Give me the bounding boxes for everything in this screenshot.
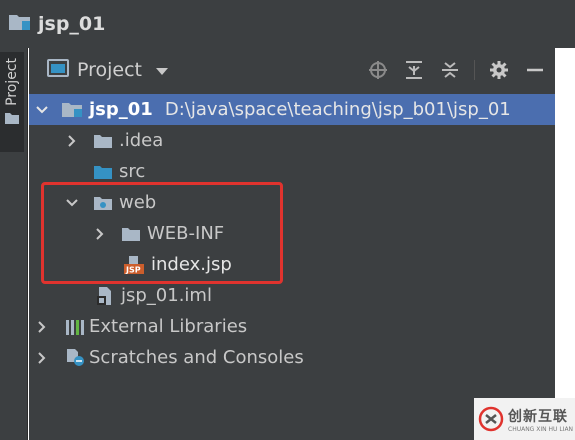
locate-icon[interactable] (366, 58, 390, 82)
watermark-logo-icon (478, 406, 504, 432)
idea-folder-label: idea (124, 130, 164, 151)
view-selector-label[interactable]: Project (77, 59, 142, 81)
iml-file-icon (95, 286, 115, 306)
src-folder-label: src (119, 161, 146, 182)
tree-node-iml[interactable]: jsp_01.iml (29, 280, 555, 311)
toolbar-separator (474, 60, 475, 80)
external-libraries-label: External Libraries (89, 316, 248, 337)
chevron-down-icon[interactable] (35, 103, 49, 117)
watermark-text: 创新互联 (508, 408, 568, 425)
hide-icon[interactable] (523, 58, 547, 82)
chevron-right-icon[interactable] (35, 351, 49, 365)
window-title: jsp_01 (38, 13, 106, 35)
scratches-label: Scratches and Consoles (89, 347, 304, 368)
chevron-right-icon[interactable] (35, 320, 49, 334)
project-toolbar: Project (29, 54, 555, 86)
view-dropdown-icon[interactable] (156, 61, 169, 80)
watermark-subtext: CHUANG XIN HU LIAN (508, 425, 574, 433)
annotation-highlight-box (41, 182, 283, 284)
tree-node-idea[interactable]: . idea (29, 125, 555, 156)
window-titlebar: jsp_01 (0, 0, 575, 48)
collapse-all-icon[interactable] (402, 58, 426, 82)
folder-icon (93, 164, 113, 180)
project-folder-icon (8, 12, 32, 36)
libraries-icon (65, 318, 85, 336)
project-tool-window-tab[interactable]: Project (0, 52, 24, 152)
tree-node-external-libraries[interactable]: External Libraries (29, 311, 555, 342)
tree-node-scratches[interactable]: Scratches and Consoles (29, 342, 555, 373)
project-view-icon (47, 59, 69, 81)
vertical-scrollbar[interactable] (555, 48, 575, 440)
chevron-right-icon[interactable] (65, 134, 79, 148)
root-project-name: jsp_01 (89, 99, 153, 120)
folder-icon (4, 110, 20, 129)
settings-gear-icon[interactable] (487, 58, 511, 82)
iml-file-label: jsp_01.iml (121, 285, 212, 306)
module-folder-icon (61, 101, 83, 119)
expand-all-icon[interactable] (438, 58, 462, 82)
scratches-icon (65, 348, 87, 368)
tree-node-root[interactable]: jsp_01 D:\java\space\teaching\jsp_b01\js… (29, 94, 555, 125)
root-project-path: D:\java\space\teaching\jsp_b01\jsp_01 (164, 99, 511, 120)
watermark: 创新互联 CHUANG XIN HU LIAN (474, 398, 575, 440)
project-tab-label: Project (4, 58, 20, 106)
folder-icon (93, 133, 113, 149)
